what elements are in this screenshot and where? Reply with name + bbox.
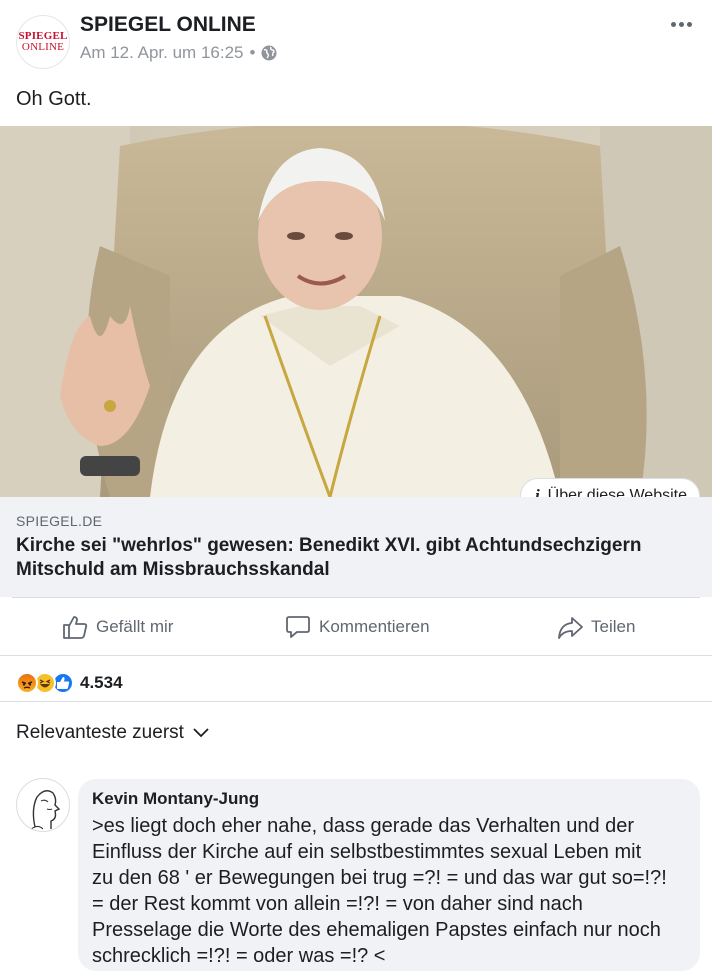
share-icon [558, 616, 583, 639]
thumbs-up-icon [63, 615, 88, 639]
chevron-down-icon [193, 728, 209, 738]
comment-sort-dropdown[interactable]: Relevanteste zuerst [16, 722, 210, 744]
divider [0, 701, 712, 702]
like-button[interactable]: Gefällt mir [62, 598, 173, 655]
share-button[interactable]: Teilen [557, 598, 635, 655]
post-timestamp[interactable]: Am 12. Apr. um 16:25 [80, 43, 243, 63]
comment-author[interactable]: Kevin Montany-Jung [92, 789, 686, 809]
divider [0, 655, 712, 656]
share-label: Teilen [591, 616, 636, 636]
globe-icon [261, 45, 277, 61]
link-title: Kirche sei "wehrlos" gewesen: Benedikt X… [16, 535, 642, 580]
comment-label: Kommentieren [319, 616, 430, 636]
more-dot-icon [686, 21, 692, 27]
post-meta: Am 12. Apr. um 16:25 • [80, 43, 277, 63]
link-caption[interactable]: SPIEGEL.DE Kirche sei "wehrlos" gewesen:… [0, 497, 712, 597]
action-bar: Gefällt mir Kommentieren Teilen [0, 598, 712, 655]
meta-separator: • [249, 43, 256, 62]
post-text: Oh Gott. [16, 88, 92, 110]
link-domain: SPIEGEL.DE [16, 513, 103, 529]
more-dot-icon [670, 21, 676, 27]
more-dot-icon [678, 21, 684, 27]
like-label: Gefällt mir [96, 616, 174, 636]
more-options-button[interactable] [666, 12, 696, 36]
avatar-sketch [28, 790, 61, 831]
article-photo [0, 126, 712, 497]
reaction-count: 4.534 [80, 673, 123, 692]
reactions-summary[interactable]: 4.534 [16, 671, 123, 695]
page-name[interactable]: SPIEGEL ONLINE [80, 13, 256, 37]
link-preview-image[interactable] [0, 126, 712, 497]
angry-icon [16, 672, 38, 694]
comment-button[interactable]: Kommentieren [285, 598, 430, 655]
avatar-logo-line2: ONLINE [21, 41, 65, 53]
comment-bubble[interactable]: Kevin Montany-Jung >es liegt doch eher n… [78, 779, 700, 971]
page-avatar[interactable]: SPIEGEL ONLINE [16, 15, 70, 69]
sort-label: Relevanteste zuerst [16, 722, 184, 743]
post-header: SPIEGEL ONLINE SPIEGEL ONLINE Am 12. Apr… [0, 0, 712, 80]
comment-text: >es liegt doch eher nahe, dass gerade da… [92, 815, 667, 967]
commenter-avatar[interactable] [16, 778, 70, 832]
comment-icon [286, 615, 310, 638]
